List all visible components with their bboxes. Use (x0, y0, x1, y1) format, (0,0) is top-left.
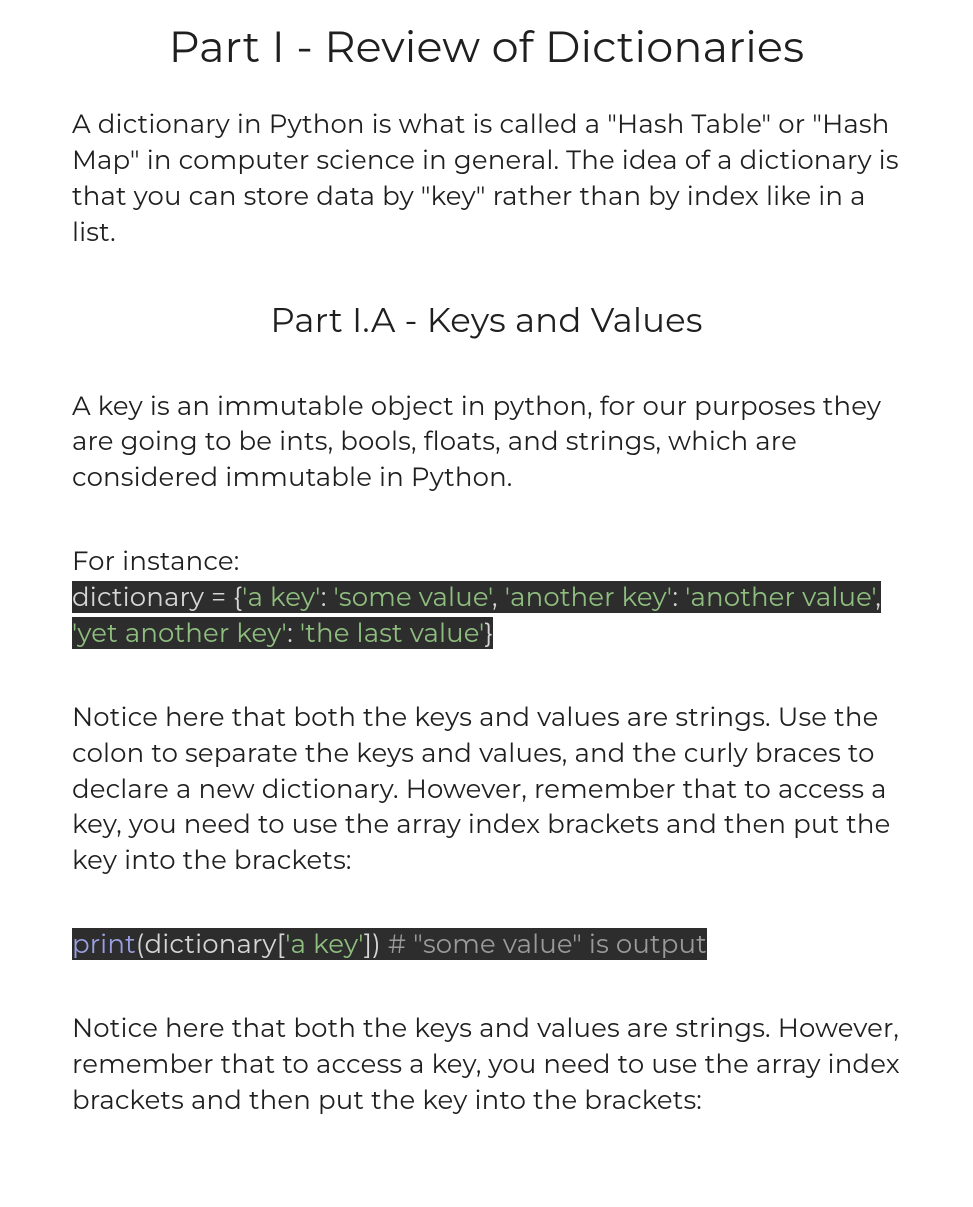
section-title-keys-values: Part I.A - Keys and Values (72, 299, 901, 341)
code-token-string: 'the last value' (300, 617, 485, 649)
code-token: : (287, 617, 300, 649)
code-token: ]) (364, 928, 388, 960)
code-token: dictionary = { (72, 581, 242, 613)
after-code2-paragraph: Notice here that both the keys and value… (72, 1011, 901, 1119)
page-title: Part I - Review of Dictionaries (72, 20, 901, 73)
code-token-string: 'yet another key' (72, 617, 287, 649)
code-token: : (672, 581, 685, 613)
code-token-string: 'some value' (334, 581, 493, 613)
code-token-comment: # "some value" is output (388, 928, 707, 960)
code-token-func: print (72, 928, 136, 960)
code-token-string: 'another key' (505, 581, 673, 613)
for-instance-label: For instance: (72, 544, 901, 580)
code-token: (dictionary[ (136, 928, 285, 960)
code-token: , (492, 581, 505, 613)
code-token: , (875, 581, 881, 613)
code-token-string: 'a key' (285, 928, 364, 960)
after-code1-paragraph: Notice here that both the keys and value… (72, 700, 901, 879)
code-token-string: 'a key' (242, 581, 321, 613)
code-example-print-access: print(dictionary['a key']) # "some value… (72, 927, 901, 963)
code-token-string: 'another value' (685, 581, 875, 613)
keys-values-paragraph: A key is an immutable object in python, … (72, 389, 901, 497)
code-token: } (485, 617, 494, 649)
code-example-dictionary-literal: dictionary = {'a key': 'some value', 'an… (72, 580, 901, 652)
intro-paragraph: A dictionary in Python is what is called… (72, 107, 901, 251)
code-token: : (321, 581, 334, 613)
